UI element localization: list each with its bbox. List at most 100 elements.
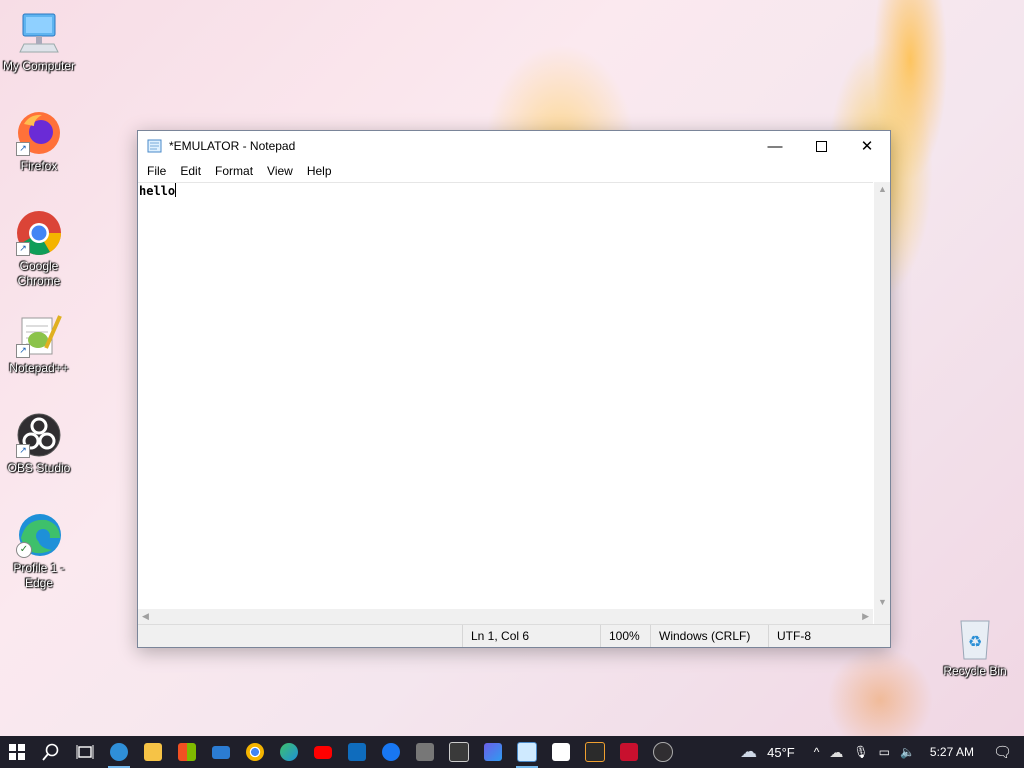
taskbar-wikipedia[interactable] — [544, 736, 578, 768]
edge-icon — [110, 743, 128, 761]
minimize-button[interactable]: — — [752, 131, 798, 161]
network-icon[interactable]: ▭ — [879, 745, 890, 759]
taskbar-app[interactable] — [612, 736, 646, 768]
edge-profile-icon — [280, 743, 298, 761]
taskbar-edge-profile[interactable] — [272, 736, 306, 768]
taskbar-outlook[interactable] — [340, 736, 374, 768]
recycle-bin-icon: ♻ — [952, 615, 998, 661]
desktop-icon-label: Google Chrome — [17, 259, 61, 288]
maximize-button[interactable] — [798, 131, 844, 161]
taskbar: ☁ 45°F ^ ☁ 🎙 ▭ 🔈 5:27 AM 🗨 — [0, 736, 1024, 768]
taskbar-youtube[interactable] — [306, 736, 340, 768]
chevron-up-icon[interactable]: ^ — [814, 745, 820, 759]
outlook-icon — [348, 743, 366, 761]
youtube-icon — [314, 745, 332, 759]
title-bar[interactable]: *EMULATOR - Notepad — ✕ — [138, 131, 890, 161]
firefox-icon: ↗ — [16, 110, 62, 156]
clock-time[interactable]: 5:27 AM — [930, 745, 974, 759]
sync-check-icon: ✓ — [16, 542, 32, 558]
notepad-icon — [147, 139, 162, 153]
close-icon: ✕ — [860, 138, 874, 155]
taskbar-edge[interactable] — [102, 736, 136, 768]
chrome-icon — [246, 743, 264, 761]
scrollbar-corner — [874, 609, 890, 625]
notepad-icon — [517, 742, 537, 762]
taskbar-notepad[interactable] — [510, 736, 544, 768]
taskbar-store[interactable] — [170, 736, 204, 768]
vertical-scrollbar[interactable]: ▲ ▼ — [874, 182, 890, 609]
taskbar-calculator[interactable] — [442, 736, 476, 768]
weather-temperature[interactable]: 45°F — [767, 745, 795, 760]
facebook-icon — [382, 743, 400, 761]
status-line-endings: Windows (CRLF) — [650, 625, 763, 647]
menu-view[interactable]: View — [260, 164, 300, 178]
horizontal-scrollbar[interactable]: ◀ ▶ — [138, 609, 873, 625]
edge-icon: ✓ — [16, 512, 62, 558]
shortcut-arrow-icon: ↗ — [16, 142, 30, 156]
desktop-icon-label: My Computer — [2, 59, 76, 73]
shortcut-arrow-icon: ↗ — [16, 242, 30, 256]
wikipedia-icon — [552, 743, 570, 761]
taskbar-chrome[interactable] — [238, 736, 272, 768]
desktop-icon-chrome[interactable]: ↗ Google Chrome — [1, 210, 77, 289]
close-button[interactable]: ✕ — [844, 131, 890, 161]
terminal-icon — [585, 742, 605, 762]
obs-icon — [653, 742, 673, 762]
status-bar: Ln 1, Col 6 100% Windows (CRLF) UTF-8 — [138, 624, 890, 647]
volume-icon[interactable]: 🔈 — [900, 745, 915, 759]
microphone-icon[interactable]: 🎙 — [853, 745, 868, 759]
weather-cloud-icon[interactable]: ☁ — [740, 742, 757, 762]
taskbar-photos[interactable] — [476, 736, 510, 768]
text-editor[interactable]: hello — [138, 182, 873, 610]
mail-icon — [212, 745, 230, 759]
minimize-icon: — — [767, 137, 783, 155]
desktop-icon-label: Profile 1 - Edge — [13, 561, 65, 590]
notepad-window[interactable]: *EMULATOR - Notepad — ✕ File Edit Format… — [137, 130, 891, 648]
search-button[interactable] — [34, 736, 68, 768]
menu-format[interactable]: Format — [208, 164, 260, 178]
scroll-left-icon[interactable]: ◀ — [142, 611, 149, 622]
menu-help[interactable]: Help — [300, 164, 339, 178]
taskbar-amazon[interactable] — [408, 736, 442, 768]
monitor-icon — [16, 10, 62, 56]
scroll-up-icon[interactable]: ▲ — [878, 184, 887, 194]
menu-file[interactable]: File — [140, 164, 173, 178]
shortcut-arrow-icon: ↗ — [16, 444, 30, 458]
text-caret — [175, 183, 177, 197]
taskbar-terminal[interactable] — [578, 736, 612, 768]
onedrive-icon[interactable]: ☁ — [829, 744, 843, 761]
photos-icon — [484, 743, 502, 761]
shortcut-arrow-icon: ↗ — [16, 344, 30, 358]
taskbar-file-explorer[interactable] — [136, 736, 170, 768]
notepad-plus-plus-icon: ↗ — [16, 312, 62, 358]
desktop-icon-label: OBS Studio — [7, 461, 71, 475]
status-zoom: 100% — [600, 625, 651, 647]
desktop-icon-notepad-plus-plus[interactable]: ↗ Notepad++ — [1, 312, 77, 376]
window-title: *EMULATOR - Notepad — [169, 139, 296, 153]
taskbar-facebook[interactable] — [374, 736, 408, 768]
windows-start-icon — [9, 744, 25, 760]
search-icon — [42, 743, 59, 761]
desktop-icon-recycle-bin[interactable]: ♻ Recycle Bin — [937, 615, 1013, 679]
scroll-down-icon[interactable]: ▼ — [878, 597, 887, 607]
menu-edit[interactable]: Edit — [173, 164, 208, 178]
scroll-right-icon[interactable]: ▶ — [862, 611, 869, 622]
status-position: Ln 1, Col 6 — [462, 625, 601, 647]
desktop-icon-label: Notepad++ — [9, 361, 69, 375]
taskbar-mail[interactable] — [204, 736, 238, 768]
task-view-button[interactable] — [68, 736, 102, 768]
start-button[interactable] — [0, 736, 34, 768]
desktop-icon-firefox[interactable]: ↗ Firefox — [1, 110, 77, 174]
store-icon — [178, 743, 196, 761]
desktop-icon-edge-profile[interactable]: ✓ Profile 1 - Edge — [1, 512, 77, 591]
taskbar-obs[interactable] — [646, 736, 680, 768]
editor-text: hello — [139, 184, 176, 198]
status-encoding: UTF-8 — [768, 625, 877, 647]
obs-icon: ↗ — [16, 412, 62, 458]
notification-icon[interactable]: 🗨 — [993, 743, 1012, 761]
desktop-icon-label: Firefox — [20, 159, 58, 173]
system-tray: ☁ 45°F ^ ☁ 🎙 ▭ 🔈 5:27 AM 🗨 — [735, 736, 1024, 768]
calculator-icon — [449, 742, 469, 762]
desktop-icon-my-computer[interactable]: My Computer — [1, 10, 77, 74]
desktop-icon-obs-studio[interactable]: ↗ OBS Studio — [1, 412, 77, 476]
